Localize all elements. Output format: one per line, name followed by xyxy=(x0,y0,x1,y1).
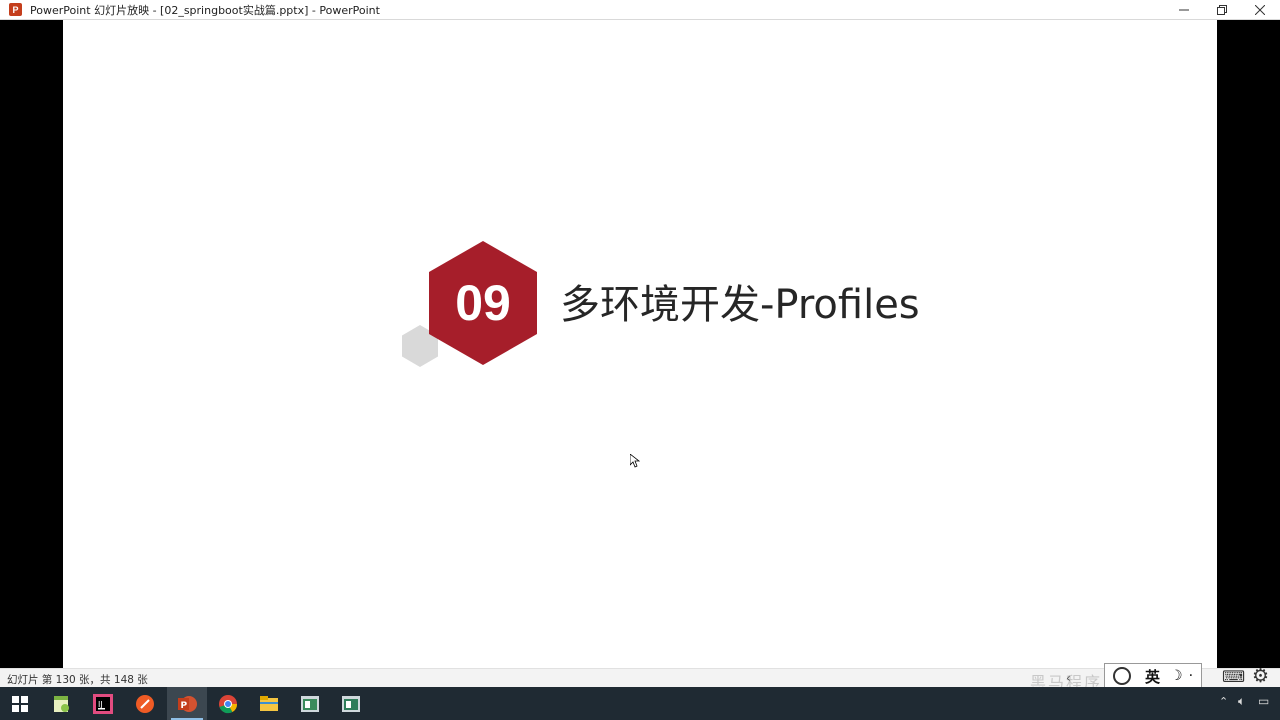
windows-start-icon[interactable] xyxy=(0,687,40,720)
previous-slide-icon[interactable]: ‹ xyxy=(1066,671,1071,685)
tray-chevron-up-icon[interactable]: ⌃ xyxy=(1219,695,1228,708)
moon-icon[interactable]: ☽ xyxy=(1170,668,1183,684)
chrome-icon[interactable] xyxy=(208,687,248,720)
minimize-icon xyxy=(1179,9,1189,10)
slide-canvas[interactable]: 09 多环境开发-Profiles xyxy=(63,20,1217,668)
status-bar: 幻灯片 第 130 张，共 148 张 黑马程序员 ‹ 英 ☽ · ⌨ ⚙ xyxy=(0,663,1280,692)
postman-icon[interactable] xyxy=(125,687,165,720)
section-number: 09 xyxy=(455,275,511,331)
window-title: PowerPoint 幻灯片放映 - [02_springboot实战篇.ppt… xyxy=(30,3,380,17)
mouse-pointer-icon xyxy=(630,454,640,468)
close-icon xyxy=(1255,4,1265,15)
notepad-plus-icon[interactable] xyxy=(41,687,81,720)
gear-icon[interactable]: ⚙ xyxy=(1252,665,1269,687)
ime-logo-icon[interactable] xyxy=(1113,667,1131,685)
taskbar: IJ P ⌃ 🔈︎ ▭ xyxy=(0,687,1280,720)
intellij-idea-icon[interactable]: IJ xyxy=(83,687,123,720)
restore-icon xyxy=(1217,4,1227,15)
ime-toolbar[interactable]: 英 ☽ · xyxy=(1104,663,1202,689)
svg-text:IJ: IJ xyxy=(98,700,103,709)
file-explorer-icon[interactable] xyxy=(249,687,289,720)
slide-counter: 幻灯片 第 130 张，共 148 张 xyxy=(7,674,148,686)
minimize-button[interactable] xyxy=(1165,0,1203,19)
powerpoint-icon[interactable]: P xyxy=(167,687,207,720)
notification-icon[interactable]: ▭ xyxy=(1258,694,1269,708)
close-button[interactable] xyxy=(1241,0,1279,19)
restore-button[interactable] xyxy=(1203,0,1241,19)
powerpoint-app-icon: P xyxy=(9,3,22,16)
slide-title: 多环境开发-Profiles xyxy=(560,282,920,328)
punctuation-icon[interactable]: · xyxy=(1189,668,1193,684)
title-bar: P PowerPoint 幻灯片放映 - [02_springboot实战篇.p… xyxy=(0,0,1280,20)
app-window-icon[interactable] xyxy=(290,687,330,720)
volume-icon[interactable]: 🔈︎ xyxy=(1238,694,1245,709)
ime-language-toggle[interactable]: 英 xyxy=(1145,666,1160,687)
keyboard-icon[interactable]: ⌨ xyxy=(1222,667,1245,686)
app-window-icon-2[interactable] xyxy=(331,687,371,720)
svg-text:P: P xyxy=(181,701,188,711)
